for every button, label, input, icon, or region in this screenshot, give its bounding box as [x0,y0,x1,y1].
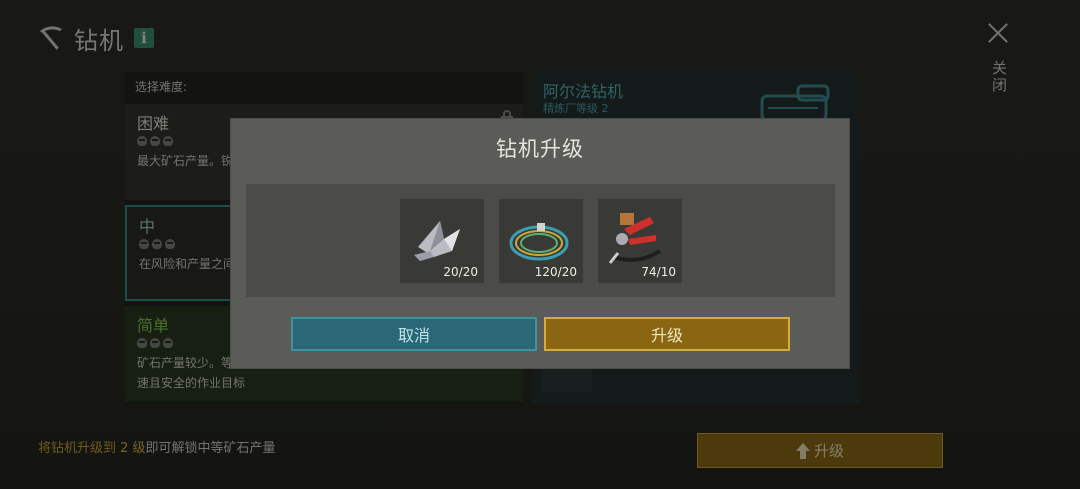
requirement-item[interactable]: 74/10 [598,199,682,283]
requirement-item[interactable]: 20/20 [400,199,484,283]
requirement-count: 20/20 [443,265,478,279]
requirement-item[interactable]: 120/20 [499,199,583,283]
upgrade-dialog: 钻机升级 20/20 120/20 74/10 取消 升级 [231,119,849,368]
requirement-count: 120/20 [534,265,577,279]
confirm-upgrade-button[interactable]: 升级 [544,317,790,351]
requirement-count: 74/10 [641,265,676,279]
requirements-strip: 20/20 120/20 74/10 [246,184,835,297]
cancel-button[interactable]: 取消 [291,317,537,351]
dialog-title: 钻机升级 [496,137,584,161]
